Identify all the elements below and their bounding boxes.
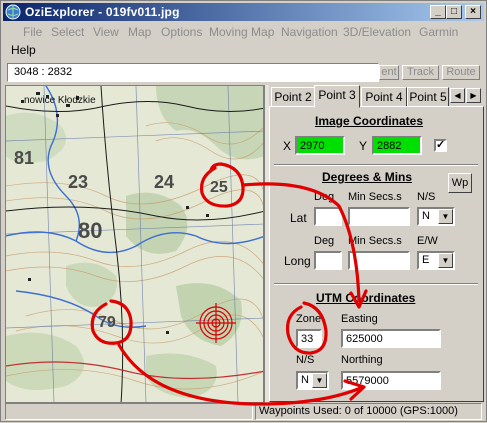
menu-3d-elevation[interactable]: 3D/Elevation: [343, 25, 411, 39]
ns-header: N/S: [417, 191, 436, 203]
map-grid-number: 24: [154, 172, 174, 192]
min-header-lat: Min Secs.s: [348, 191, 402, 203]
menu-moving-map[interactable]: Moving Map: [209, 25, 274, 39]
lat-hemisphere-value: N: [422, 210, 430, 222]
arrow-left-icon[interactable]: ◀: [450, 88, 465, 103]
zone-label: Zone: [296, 313, 322, 325]
image-y-field[interactable]: 2882: [372, 136, 422, 155]
menu-file[interactable]: File: [23, 25, 42, 39]
window-title: OziExplorer - 019fv011.jpg: [25, 5, 180, 19]
menu-navigation[interactable]: Navigation: [281, 25, 338, 39]
menu-help[interactable]: Help: [11, 43, 36, 57]
map-grid-number-annotated: 79: [98, 314, 116, 331]
y-label: Y: [359, 139, 368, 153]
ew-header: E/W: [417, 235, 438, 247]
toolbar-button-route[interactable]: Route: [442, 65, 480, 80]
topo-map-image: nowice Kłodzkie 81 23 80 24 25 79: [6, 86, 263, 402]
app-window: OziExplorer - 019fv011.jpg _ □ × File Se…: [0, 0, 487, 422]
map-grid-number: 81: [14, 148, 34, 168]
tab-point-3[interactable]: Point 3: [314, 85, 360, 108]
degrees-title: Degrees & Mins: [322, 170, 413, 184]
utm-hemisphere-value: N: [301, 374, 309, 386]
image-x-field[interactable]: 2970: [295, 136, 345, 155]
deg-header-long: Deg: [314, 235, 335, 247]
menu-view[interactable]: View: [93, 25, 119, 39]
map-grid-number-annotated: 25: [210, 179, 228, 196]
cursor-coords-display: 3048 : 2832: [7, 63, 379, 82]
lat-minsecs-field[interactable]: [348, 207, 410, 226]
image-coords-checkbox[interactable]: ✓: [434, 139, 447, 152]
deg-header-lat: Deg: [314, 191, 335, 203]
northing-label: Northing: [341, 354, 383, 366]
chevron-down-icon[interactable]: ▼: [312, 373, 327, 388]
map-view[interactable]: nowice Kłodzkie 81 23 80 24 25 79: [5, 85, 264, 403]
toolbar-button-event[interactable]: ent: [379, 65, 399, 80]
lat-hemisphere-select[interactable]: N ▼: [417, 207, 455, 226]
long-minsecs-field[interactable]: [348, 251, 410, 270]
long-deg-field[interactable]: [314, 251, 342, 270]
waypoints-status: Waypoints Used: 0 of 10000 (GPS:1000): [255, 403, 482, 420]
menu-garmin[interactable]: Garmin: [419, 25, 458, 39]
easting-label: Easting: [341, 313, 378, 325]
tab-page-point-3: Image Coordinates X 2970 Y 2882 ✓ Degree…: [269, 106, 484, 402]
close-button[interactable]: ×: [465, 5, 481, 19]
chevron-down-icon[interactable]: ▼: [438, 253, 453, 268]
long-hemisphere-select[interactable]: E ▼: [417, 251, 455, 270]
divider: [274, 283, 478, 285]
map-town-label: nowice Kłodzkie: [24, 95, 96, 106]
lat-label: Lat: [290, 211, 307, 225]
wp-button[interactable]: Wp: [448, 173, 472, 193]
tab-point-5[interactable]: Point 5: [407, 87, 449, 107]
image-coords-title: Image Coordinates: [315, 114, 424, 128]
menu-select[interactable]: Select: [51, 25, 84, 39]
maximize-button[interactable]: □: [446, 5, 462, 19]
utm-easting-field[interactable]: 625000: [341, 329, 441, 348]
map-grid-number: 80: [78, 218, 102, 243]
minimize-button[interactable]: _: [430, 5, 446, 19]
utm-ns-label: N/S: [296, 354, 315, 366]
map-grid-number: 23: [68, 172, 88, 192]
menu-bar: File Select View Map Options Moving Map …: [3, 22, 484, 60]
arrow-right-icon[interactable]: ▶: [466, 88, 481, 103]
utm-hemisphere-select[interactable]: N ▼: [296, 371, 329, 390]
toolbar: 3048 : 2832 ent Track Route: [5, 62, 482, 82]
title-bar[interactable]: OziExplorer - 019fv011.jpg _ □ ×: [3, 3, 484, 21]
utm-northing-field[interactable]: 5579000: [341, 371, 441, 390]
status-pane-left: [5, 403, 253, 420]
utm-title: UTM Coordinates: [316, 291, 416, 305]
divider: [274, 164, 478, 166]
x-label: X: [283, 139, 292, 153]
menu-map[interactable]: Map: [128, 25, 151, 39]
long-hemisphere-value: E: [422, 254, 430, 266]
long-label: Long: [284, 254, 311, 268]
utm-zone-field[interactable]: 33: [296, 329, 322, 348]
tab-point-2[interactable]: Point 2: [271, 87, 315, 107]
globe-icon: [5, 4, 21, 20]
lat-deg-field[interactable]: [314, 207, 342, 226]
min-header-long: Min Secs.s: [348, 235, 402, 247]
point-panel: Point 2 Point 3 Point 4 Point 5 ◀ ▶ Imag…: [269, 85, 485, 403]
menu-options[interactable]: Options: [161, 25, 202, 39]
toolbar-button-track[interactable]: Track: [402, 65, 439, 80]
status-bar: Waypoints Used: 0 of 10000 (GPS:1000): [3, 403, 484, 421]
chevron-down-icon[interactable]: ▼: [438, 209, 453, 224]
tab-point-4[interactable]: Point 4: [361, 87, 407, 107]
